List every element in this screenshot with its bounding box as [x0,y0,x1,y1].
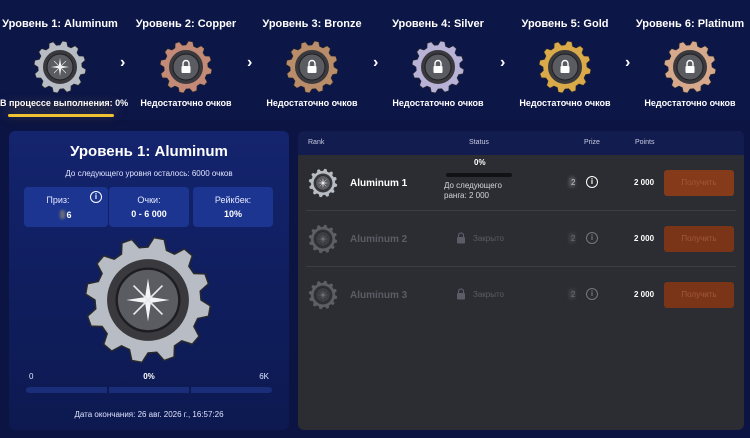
header-prize: Prize [584,139,600,146]
level-title: Уровень 4: Silver [392,18,484,30]
claim-button[interactable]: Получить [664,226,734,252]
lock-icon [457,232,465,244]
level-status: Недостаточно очков [140,98,232,108]
prize-label: Приз: [16,195,100,205]
end-date: Дата окончания: 26 авг. 2026 г., 16:57:2… [74,410,224,419]
header-rank: Rank [308,139,325,146]
level-2[interactable]: Уровень 2: Copper Недостаточно очков [126,0,246,120]
aluminum-badge-icon [308,168,338,198]
points-remaining-text: До следующего уровня осталось: 6000 очко… [65,169,233,178]
level-status: В процессе выполнения: 0% [0,98,129,108]
table-row: Aluminum 3 Закрыто 2 i 2 000 Получить [298,267,744,323]
ranks-table: Rank Status Prize Points Aluminum 1 0% Д… [298,131,744,430]
levels-bar: Уровень 1: Aluminum В процессе выполнени… [0,0,750,120]
info-icon[interactable]: i [586,176,598,188]
rank-prize: 2 [571,234,576,243]
rank-name: Aluminum 2 [350,234,408,245]
currency-icon [60,210,66,219]
progress-bar [26,387,272,393]
rank-status: Закрыто [473,290,505,299]
table-row: Aluminum 1 0% До следующего ранга: 2 000… [298,155,744,211]
level-status: Недостаточно очков [519,98,611,108]
claim-button[interactable]: Получить [664,282,734,308]
rank-points: 2 000 [634,290,655,299]
rank-points: 2 000 [634,178,655,187]
progress-percent: 0% [143,372,155,381]
prize-label-text: Приз: [46,195,70,205]
level-detail-card: Уровень 1: Aluminum До следующего уровня… [9,131,289,430]
points-value: 0 - 6 000 [131,209,167,219]
level-status: Недостаточно очков [644,98,736,108]
table-row: Aluminum 2 Закрыто 2 i 2 000 Получить [298,211,744,267]
level-title: Уровень 6: Platinum [635,18,745,30]
silver-badge-icon [411,40,465,94]
info-icon[interactable]: i [586,288,598,300]
rank-progress-bar [446,173,512,177]
active-level-indicator [8,114,114,117]
rank-name: Aluminum 3 [350,290,408,301]
level-title: Уровень 2: Copper [135,18,237,30]
aluminum-large-badge-icon [84,236,212,364]
copper-badge-icon [159,40,213,94]
aluminum-badge-icon [308,224,338,254]
prize-value: 6 [24,209,108,220]
header-status: Status [469,139,489,146]
level-status: Недостаточно очков [392,98,484,108]
bronze-badge-icon [285,40,339,94]
level-title: Уровень 1: Aluminum [2,18,118,30]
level-1[interactable]: Уровень 1: Aluminum В процессе выполнени… [0,0,129,120]
aluminum-badge-icon [33,40,87,94]
aluminum-badge-icon [308,280,338,310]
level-title: Уровень 5: Gold [521,18,609,30]
platinum-badge-icon [663,40,717,94]
rakeback-label: Рейкбек: [214,195,252,205]
rank-prize: 2 [571,290,576,299]
level-5[interactable]: Уровень 5: Gold Недостаточно очков [505,0,625,120]
level-status: Недостаточно очков [266,98,358,108]
rakeback-stat: Рейкбек: 10% [193,187,273,227]
table-header: Rank Status Prize Points [298,131,744,155]
rakeback-value: 10% [223,209,242,219]
points-stat: Очки: 0 - 6 000 [109,187,189,227]
level-title: Уровень 3: Bronze [262,18,362,30]
rank-status: Закрыто [473,234,505,243]
level-3[interactable]: Уровень 3: Bronze Недостаточно очков [252,0,372,120]
info-icon[interactable]: i [586,232,598,244]
level-4[interactable]: Уровень 4: Silver Недостаточно очков [378,0,498,120]
progress-divider [107,387,109,393]
prize-value-text: 6 [66,210,72,220]
points-label: Очки: [137,195,161,205]
progress-divider [189,387,191,393]
lock-icon [457,288,465,300]
prize-stat: Приз: 6 i [24,187,108,227]
info-icon[interactable]: i [90,191,102,203]
rank-prize: 2 [571,178,576,187]
progress-max: 6K [259,372,269,381]
rank-points: 2 000 [634,234,655,243]
rank-progress-note: До следующего ранга: 2 000 [444,181,502,200]
rank-progress-percent: 0% [474,158,486,167]
level-6[interactable]: Уровень 6: Platinum Недостаточно очков [630,0,750,120]
rank-name: Aluminum 1 [350,178,408,189]
card-title: Уровень 1: Aluminum [70,143,228,160]
claim-button[interactable]: Получить [664,170,734,196]
gold-badge-icon [538,40,592,94]
header-points: Points [635,139,655,146]
